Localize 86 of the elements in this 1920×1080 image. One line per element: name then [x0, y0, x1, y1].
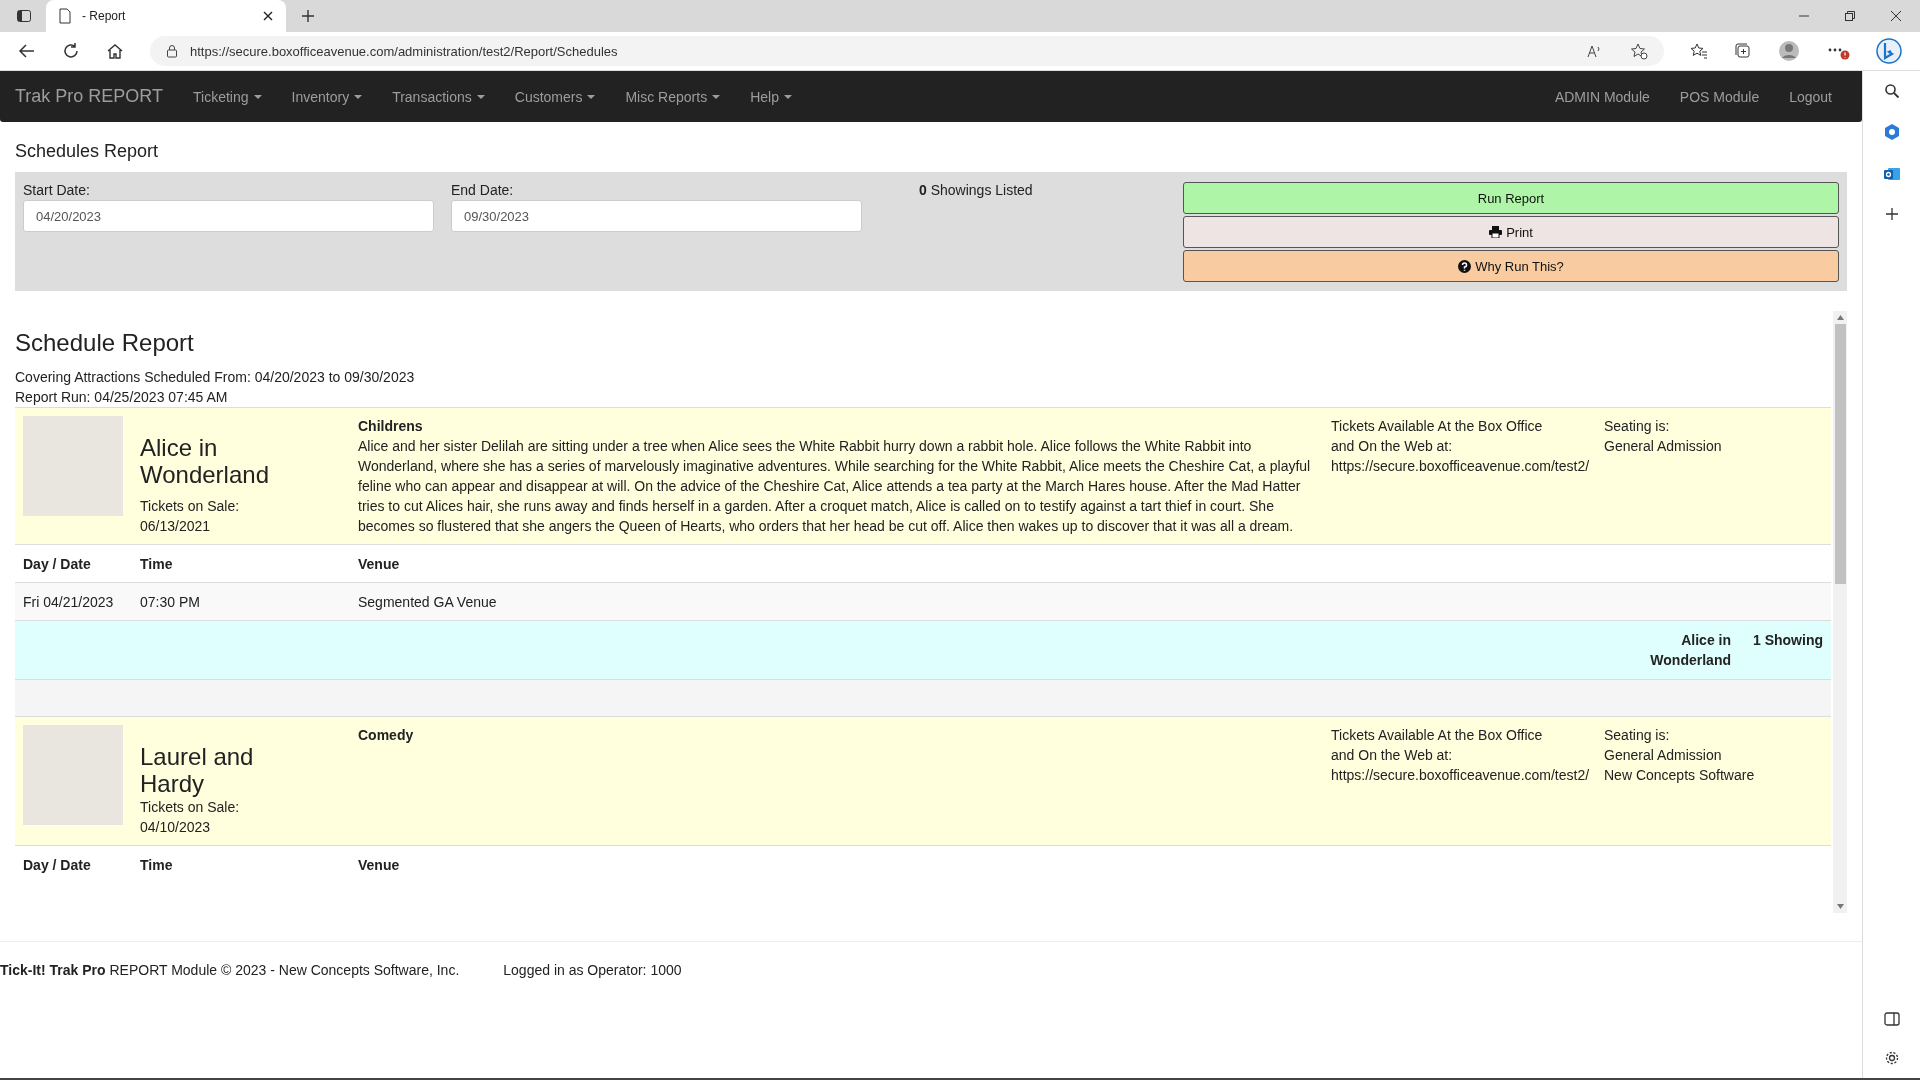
report-range: Covering Attractions Scheduled From: 04/20/2023 to 09/30/2023 — [15, 368, 416, 387]
close-icon[interactable] — [262, 10, 274, 22]
column-header: Time — [140, 555, 174, 572]
nav-menu[interactable]: Ticketing — [178, 88, 277, 105]
seating-text: Seating is: — [1604, 417, 1671, 436]
scroll-down-icon[interactable] — [1836, 904, 1844, 909]
new-tab-icon[interactable] — [300, 8, 316, 24]
attraction-name: Laurel and Hardy — [140, 742, 255, 797]
nav-link[interactable]: Logout — [1774, 88, 1847, 105]
read-aloud-icon[interactable] — [1586, 43, 1602, 59]
column-header: Day / Date — [23, 856, 92, 873]
star-add-icon[interactable] — [1630, 42, 1648, 60]
nav-link[interactable]: ADMIN Module — [1539, 88, 1665, 105]
hexagon-app-icon[interactable] — [1882, 123, 1901, 141]
question-circle-icon — [1458, 259, 1472, 273]
search-icon[interactable] — [1883, 83, 1900, 99]
attraction-category: Comedy — [358, 726, 415, 745]
column-header: Day / Date — [23, 555, 92, 572]
report-run-time: Report Run: 04/25/2023 07:45 AM — [15, 388, 229, 407]
availability-text: and On the Web at: — [1331, 437, 1454, 456]
attraction-name: Alice in Wonderland — [140, 433, 270, 488]
seating-text: General Admission — [1604, 746, 1723, 765]
address-bar[interactable]: https://secure.boxofficeavenue.com/administration/test2/Report/Schedules — [150, 36, 1664, 66]
brand-link[interactable]: Trak Pro REPORT — [15, 86, 164, 107]
scroll-up-icon[interactable] — [1836, 315, 1844, 320]
sale-date: 04/10/2023 — [140, 818, 212, 837]
profile-avatar-icon[interactable] — [1778, 40, 1800, 62]
lock-icon[interactable] — [166, 44, 178, 58]
help-button[interactable]: Why Run This? — [1183, 250, 1839, 282]
sale-label: Tickets on Sale: — [140, 798, 241, 817]
availability-text: and On the Web at: — [1331, 746, 1454, 765]
summary-attraction-name: Alice in Wonderland — [1649, 631, 1731, 670]
showing-count: 1 Showing — [1753, 631, 1823, 650]
column-header: Venue — [358, 555, 400, 572]
seating-text: New Concepts Software — [1604, 766, 1755, 785]
url-text: https://secure.boxofficeavenue.com/administration/test2/Report/Schedules — [190, 43, 618, 59]
attraction-description: Alice and her sister Delilah are sitting under a tree when Alice sees the White Rabbit hurry down a rabbit hole. Alice follows the White Rabbit into Wonderland, where she has a series of marvelously imaginative adventures. While searching for the White Rabbit, Alice meets the Cheshire Cat, a playful feline who can appear and disappear at will. On the advice of the Cheshire Cat, Alice attends a tea party at the March Hares house. After the Mad Hatter tries to cut Alices hair, she runs away and finds herself in a garden. After a croquet match, Alice is called on to testify against a tart thief in court. She becomes so flustered that she angers the Queen of Hearts, who orders that her head be cut off. Alice then wakes up to discover that it was all a dream. — [358, 437, 1312, 536]
tab-title: - Report — [82, 9, 127, 23]
availability-text: Tickets Available At the Box Office — [1331, 417, 1544, 436]
scrollbar[interactable] — [1833, 311, 1847, 913]
column-header: Venue — [358, 856, 400, 873]
copilot-logo-icon[interactable] — [1876, 38, 1902, 64]
sale-date: 06/13/2021 — [140, 517, 212, 536]
field-label: End Date: — [451, 182, 515, 198]
print-button[interactable]: Print — [1183, 216, 1839, 248]
browser-tab[interactable]: - Report — [46, 0, 286, 32]
home-icon[interactable] — [106, 42, 124, 60]
table-cell: Segmented GA Venue — [358, 593, 497, 610]
mail-app-icon[interactable] — [1882, 165, 1901, 183]
operator-info: Logged in as Operator: 1000 — [503, 962, 682, 978]
showings-count: 0 Showings Listed — [919, 182, 1033, 200]
back-icon[interactable] — [18, 42, 36, 60]
run-report-button[interactable]: Run Report — [1183, 182, 1839, 214]
nav-menu[interactable]: Transactions — [377, 88, 500, 105]
collections-icon[interactable] — [1734, 42, 1752, 60]
add-icon[interactable] — [1884, 207, 1899, 221]
nav-link[interactable]: POS Module — [1664, 88, 1775, 105]
page-icon — [58, 8, 72, 24]
split-panel-icon[interactable] — [1883, 1012, 1900, 1026]
favorites-icon[interactable] — [1690, 42, 1708, 60]
nav-menu[interactable]: Inventory — [276, 88, 378, 105]
nav-menu[interactable]: Customers — [499, 88, 611, 105]
printer-icon — [1489, 226, 1503, 238]
availability-text: https://secure.boxofficeavenue.com/test2/ — [1331, 766, 1591, 785]
seating-text: General Admission — [1604, 437, 1722, 456]
attraction-category: Childrens — [358, 417, 424, 436]
close-icon[interactable] — [1890, 10, 1902, 22]
field-label: Start Date: — [23, 182, 91, 198]
start-date-field[interactable]: 04/20/2023 — [23, 200, 434, 232]
nav-menu[interactable]: Misc Reports — [610, 88, 736, 105]
seating-text: Seating is: — [1604, 726, 1671, 745]
table-cell-text: Fri 04/21/2023 — [23, 593, 115, 610]
footer-copyright: Tick-It! Trak Pro REPORT Module © 2023 - New Concepts Software, Inc. — [0, 962, 460, 978]
sidebar-toggle-icon[interactable] — [16, 8, 32, 24]
availability-text: https://secure.boxofficeavenue.com/test2/ — [1331, 457, 1591, 476]
column-header: Time — [140, 856, 174, 873]
refresh-icon[interactable] — [62, 42, 80, 60]
availability-text: Tickets Available At the Box Office — [1331, 726, 1544, 745]
sale-label: Tickets on Sale: — [140, 497, 241, 516]
restore-icon[interactable] — [1844, 10, 1856, 22]
end-date-field[interactable]: 09/30/2023 — [451, 200, 862, 232]
report-title: Schedule Report — [15, 328, 195, 358]
table-cell-text: 07:30 PM — [140, 593, 201, 610]
page-title: Schedules Report — [15, 140, 160, 163]
settings-icon[interactable] — [1883, 1050, 1900, 1066]
nav-menu[interactable]: Help — [735, 88, 807, 105]
